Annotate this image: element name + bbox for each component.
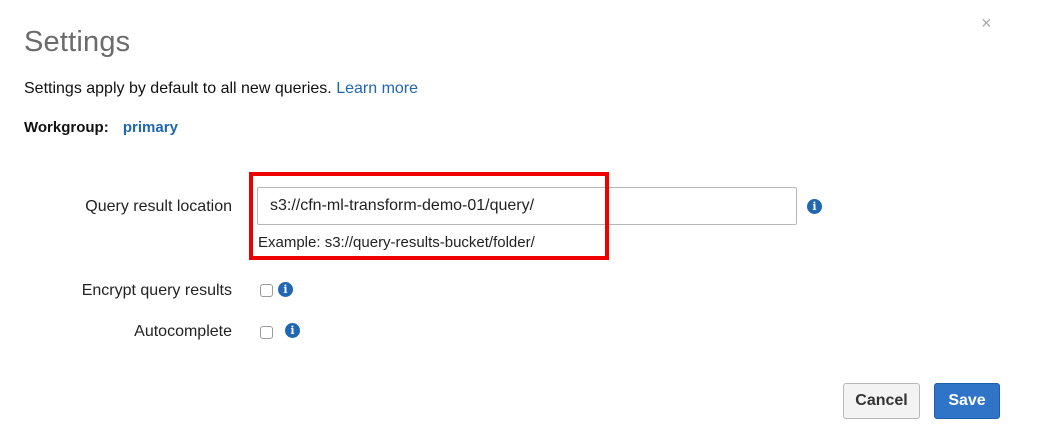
autocomplete-checkbox[interactable] [260, 326, 273, 339]
autocomplete-label: Autocomplete [134, 323, 232, 340]
cancel-button[interactable]: Cancel [843, 383, 920, 419]
save-button[interactable]: Save [934, 383, 1000, 419]
workgroup-value-link[interactable]: primary [123, 119, 178, 136]
workgroup-row: Workgroup: primary [24, 119, 178, 136]
encrypt-query-results-checkbox[interactable] [260, 284, 273, 297]
encrypt-query-results-label: Encrypt query results [81, 282, 232, 299]
workgroup-label: Workgroup: [24, 119, 109, 136]
query-result-location-label: Query result location [85, 198, 232, 215]
intro-description: Settings apply by default to all new que… [24, 80, 332, 97]
query-result-location-example: Example: s3://query-results-bucket/folde… [258, 234, 535, 251]
dialog-title: Settings [24, 26, 131, 58]
query-result-location-input[interactable] [257, 187, 797, 225]
intro-text: Settings apply by default to all new que… [24, 80, 418, 98]
query-result-location-info-icon[interactable]: i [807, 199, 822, 214]
autocomplete-info-icon[interactable]: i [285, 323, 300, 338]
encrypt-info-icon[interactable]: i [278, 282, 293, 297]
learn-more-link[interactable]: Learn more [336, 80, 418, 97]
close-icon[interactable]: × [981, 12, 992, 34]
